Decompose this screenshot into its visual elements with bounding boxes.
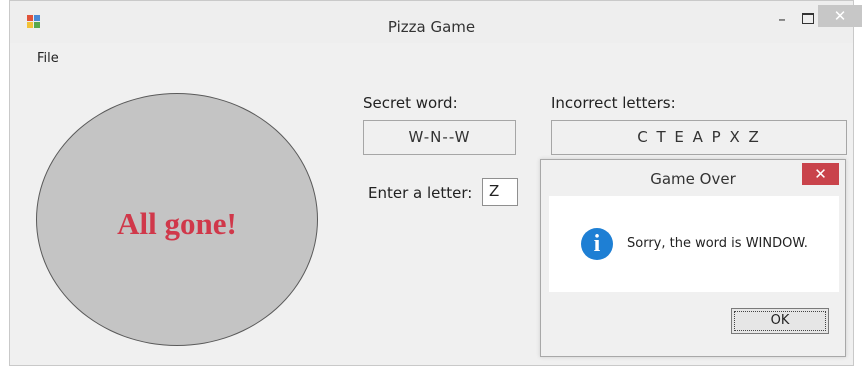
pizza-status-text: All gone! xyxy=(117,206,237,241)
dialog-message: Sorry, the word is WINDOW. xyxy=(627,236,808,251)
window-title: Pizza Game xyxy=(387,18,476,36)
title-bar[interactable]: Pizza Game – ✕ xyxy=(10,1,862,43)
ok-button[interactable]: OK xyxy=(731,308,829,334)
main-window: Pizza Game – ✕ File All gone! Secret wor… xyxy=(9,0,862,366)
minimize-button[interactable]: – xyxy=(769,7,795,33)
game-over-dialog: Game Over ✕ i Sorry, the word is WINDOW.… xyxy=(540,159,846,357)
dialog-body: i Sorry, the word is WINDOW. xyxy=(549,196,839,292)
maximize-icon xyxy=(802,12,814,24)
incorrect-letters-label: Incorrect letters: xyxy=(551,94,676,112)
enter-letter-label: Enter a letter: xyxy=(368,184,473,202)
menu-bar: File xyxy=(10,43,853,71)
incorrect-letters-display: C T E A P X Z xyxy=(551,120,847,155)
menu-file-label: File xyxy=(37,51,59,66)
secret-word-display: W-N--W xyxy=(363,120,516,155)
info-icon: i xyxy=(581,228,613,260)
dialog-title: Game Over xyxy=(650,170,736,188)
secret-word-label: Secret word: xyxy=(363,94,458,112)
pizza-display: All gone! xyxy=(36,93,318,346)
letter-input[interactable]: Z xyxy=(482,178,518,206)
dialog-close-button[interactable]: ✕ xyxy=(802,163,839,185)
close-button[interactable]: ✕ xyxy=(818,5,862,27)
menu-file[interactable]: File xyxy=(37,51,59,66)
